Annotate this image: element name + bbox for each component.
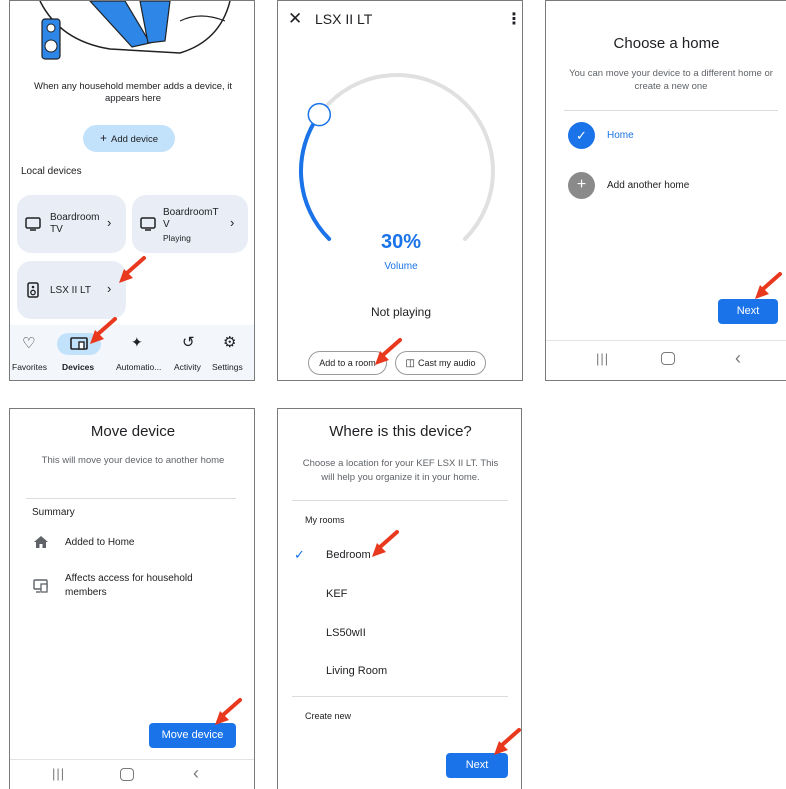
- volume-value: 30%: [380, 231, 422, 253]
- annotation-arrow: [492, 727, 522, 757]
- page-subtitle: This will move your device to another ho…: [41, 455, 225, 466]
- recent-apps-icon[interactable]: |||: [596, 351, 609, 366]
- annotation-arrow: [753, 271, 783, 301]
- page-subtitle: You can move your device to a different …: [569, 68, 773, 92]
- divider: [564, 110, 778, 111]
- check-icon: ✓: [294, 547, 305, 562]
- chevron-right-icon: ›: [107, 215, 112, 230]
- speaker-icon: [27, 282, 39, 298]
- system-nav-bar: ||| ‹: [10, 759, 254, 789]
- room-label: Bedroom: [326, 549, 371, 561]
- cast-label: Cast my audio: [417, 358, 476, 368]
- page-title: Choose a home: [613, 35, 720, 52]
- tv-icon: [25, 217, 41, 231]
- device-tile-lsx-ii-lt[interactable]: LSX II LT ›: [17, 261, 126, 319]
- annotation-arrow: [117, 255, 147, 285]
- system-nav-bar: ||| ‹: [546, 340, 786, 380]
- summary-heading: Summary: [32, 507, 75, 518]
- nav-label: Favorites: [12, 362, 47, 372]
- back-icon[interactable]: ‹: [735, 348, 741, 369]
- device-status: Playing: [163, 233, 191, 243]
- nav-activity[interactable]: ↺ Activity: [170, 325, 210, 380]
- page-subtitle-line2: will help you organize it in your home.: [321, 472, 480, 483]
- divider: [292, 696, 508, 697]
- device-name-line1: Boardroom: [50, 212, 100, 223]
- home-icon[interactable]: [120, 768, 134, 781]
- nav-label: Devices: [62, 362, 95, 372]
- page-title: Where is this device?: [329, 423, 472, 440]
- annotation-arrow: [370, 529, 400, 559]
- nav-label: Activity: [174, 362, 201, 372]
- annotation-arrow: [373, 337, 403, 367]
- divider: [292, 500, 508, 501]
- summary-item-access-line2: members: [65, 587, 107, 598]
- plus-circle-icon: +: [568, 172, 595, 199]
- volume-track: [299, 73, 495, 241]
- choose-home-screen: Choose a home You can move your device t…: [545, 0, 786, 381]
- volume-label: Volume: [384, 261, 418, 272]
- devices-screen: When any household member adds a device,…: [9, 0, 255, 381]
- add-device-button[interactable]: + Add device: [83, 125, 175, 152]
- my-rooms-heading: My rooms: [305, 515, 345, 525]
- nav-label: Settings: [212, 362, 243, 372]
- home-label: Home: [607, 130, 634, 141]
- volume-knob[interactable]: [307, 102, 332, 127]
- where-is-device-screen: Where is this device? Choose a location …: [277, 408, 522, 789]
- tv-icon: [140, 217, 156, 231]
- plus-icon: +: [99, 131, 107, 145]
- nav-settings[interactable]: ⚙ Settings: [210, 325, 254, 380]
- local-devices-heading: Local devices: [21, 166, 82, 177]
- next-button[interactable]: Next: [718, 299, 778, 324]
- cast-icon: ◫: [405, 358, 415, 369]
- heart-icon: ♡: [22, 335, 36, 352]
- recent-apps-icon[interactable]: |||: [52, 766, 65, 781]
- empty-state-text: When any household member adds a device,…: [33, 81, 233, 104]
- close-icon[interactable]: ✕: [288, 9, 302, 29]
- volume-fill: [299, 112, 332, 241]
- playback-status: Not playing: [370, 305, 432, 319]
- chevron-right-icon: ›: [107, 281, 112, 296]
- devices-icon: [70, 337, 88, 350]
- add-home-option[interactable]: + Add another home: [566, 170, 776, 200]
- device-tile-boardroom-tv[interactable]: Boardroom TV ›: [17, 195, 126, 253]
- sparkle-icon: ✦: [131, 334, 143, 350]
- room-option-ls50wii[interactable]: LS50wII: [326, 627, 366, 639]
- chevron-right-icon: ›: [230, 215, 235, 230]
- device-name-line2: V: [163, 219, 170, 230]
- gear-icon: ⚙: [223, 334, 237, 351]
- summary-item-access-line1: Affects access for household: [65, 573, 193, 584]
- illustration: [39, 1, 231, 60]
- back-icon[interactable]: ‹: [193, 763, 199, 784]
- device-tile-boardroomtv[interactable]: BoardroomT V Playing ›: [132, 195, 248, 253]
- device-name-line1: BoardroomT: [163, 207, 219, 218]
- bottom-nav: ♡ Favorites Devices ✦ Automatio... ↺ Act…: [10, 325, 254, 380]
- check-circle-icon: ✓: [568, 122, 595, 149]
- room-option-living-room[interactable]: Living Room: [326, 665, 387, 677]
- nav-automations[interactable]: ✦ Automatio...: [114, 325, 166, 380]
- annotation-arrow: [88, 316, 118, 346]
- cast-my-audio-button[interactable]: ◫ Cast my audio: [395, 351, 486, 375]
- nav-favorites[interactable]: ♡ Favorites: [10, 325, 50, 380]
- history-icon: ↺: [182, 334, 195, 351]
- nav-label: Automatio...: [116, 362, 162, 372]
- room-option-kef[interactable]: KEF: [326, 588, 347, 600]
- page-title: Move device: [90, 423, 176, 440]
- add-device-label: Add device: [111, 134, 159, 145]
- device-volume-screen: ✕ LSX II LT ⋮ 30% Volume Not playing Add…: [277, 0, 523, 381]
- more-options-icon[interactable]: ⋮: [506, 9, 522, 29]
- device-name-line2: TV: [50, 224, 63, 235]
- home-icon[interactable]: [661, 352, 675, 365]
- device-access-icon: [33, 579, 48, 593]
- move-device-screen: Move device This will move your device t…: [9, 408, 255, 789]
- divider: [26, 498, 236, 499]
- summary-item-added: Added to Home: [65, 537, 135, 548]
- device-name: LSX II LT: [50, 285, 91, 296]
- annotation-arrow: [213, 697, 243, 727]
- home-option[interactable]: ✓ Home: [566, 120, 776, 150]
- add-home-label: Add another home: [607, 180, 690, 191]
- page-subtitle-line1: Choose a location for your KEF LSX II LT…: [302, 458, 499, 469]
- home-icon: [34, 536, 48, 548]
- create-new-heading[interactable]: Create new: [305, 711, 351, 721]
- screen-title: LSX II LT: [315, 11, 373, 27]
